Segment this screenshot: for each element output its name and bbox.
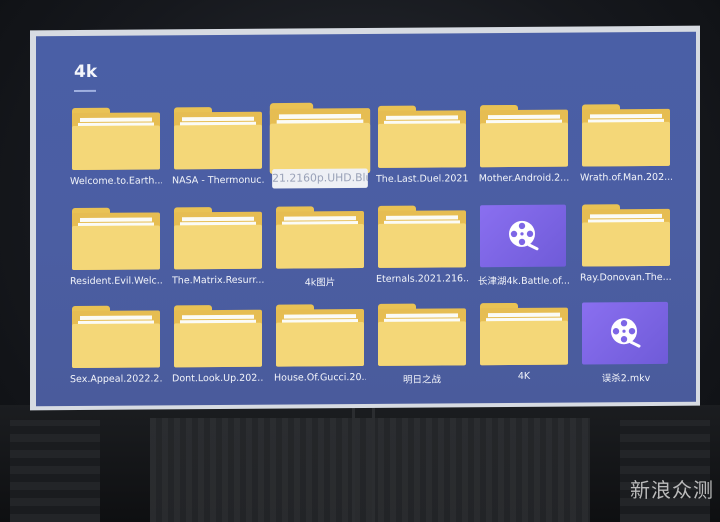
file-name-label: 明日之战 — [402, 374, 441, 386]
file-name-label: Dont.Look.Up.202... — [172, 372, 264, 385]
folder-icon — [480, 302, 568, 366]
folder-icon — [72, 305, 160, 369]
file-name-label: Mother.Android.2... — [478, 172, 570, 185]
folder-icon — [174, 207, 262, 270]
folder-icon — [480, 104, 568, 168]
film-reel-icon — [582, 301, 668, 365]
folder-tile[interactable]: Resident.Evil.Welc... — [70, 205, 162, 298]
tripod-leg — [352, 400, 355, 522]
video-file-tile[interactable]: 误杀2.mkv — [580, 300, 672, 393]
folder-tile[interactable]: 21.2160p.UHD.BluR — [268, 100, 373, 206]
file-name-label: House.Of.Gucci.20... — [274, 372, 366, 384]
folder-icon — [276, 206, 364, 269]
title-underline — [74, 89, 96, 93]
folder-icon — [378, 105, 466, 168]
chair-right — [620, 420, 710, 522]
folder-tile[interactable]: Ray.Donovan.The.... — [580, 202, 672, 295]
folder-tile[interactable]: The.Last.Duel.2021... — [376, 103, 468, 196]
tripod-leg — [372, 400, 375, 522]
file-name-label: 4K — [517, 370, 531, 382]
file-name-label: The.Matrix.Resurr... — [172, 274, 264, 287]
file-name-label: The.Last.Duel.2021... — [376, 173, 468, 185]
folder-tile[interactable]: Dont.Look.Up.202... — [172, 303, 264, 396]
folder-tile[interactable]: Mother.Android.2... — [478, 103, 570, 196]
file-name-label: Ray.Donovan.The.... — [580, 271, 672, 284]
folder-tile[interactable]: Eternals.2021.216... — [376, 203, 468, 296]
folder-icon — [582, 104, 670, 167]
folder-tile[interactable]: The.Matrix.Resurr... — [172, 205, 264, 298]
file-name-label: Sex.Appeal.2022.2... — [70, 373, 162, 386]
file-name-label: Welcome.to.Earth.... — [70, 175, 162, 188]
projected-file-browser: 4k Welcome.to.Earth.... NASA - Thermonuc.… — [36, 31, 696, 407]
folder-icon — [72, 207, 160, 271]
folder-tile[interactable]: NASA - Thermonuc... — [172, 105, 264, 198]
folder-icon — [378, 303, 466, 366]
folder-tile[interactable]: Sex.Appeal.2022.2... — [70, 303, 162, 396]
folder-tile[interactable]: 4K — [478, 301, 570, 394]
folder-icon — [269, 102, 371, 174]
folder-tile[interactable]: 明日之战 — [376, 301, 468, 394]
file-name-label: Eternals.2021.216... — [376, 273, 468, 285]
page-title: 4k — [74, 61, 98, 83]
file-name-label: 4k图片 — [304, 277, 336, 289]
file-name-label: 误杀2.mkv — [601, 373, 651, 385]
folder-tile[interactable]: House.Of.Gucci.20... — [274, 302, 366, 395]
file-name-label: Resident.Evil.Welc... — [70, 275, 162, 288]
file-name-label: 长津湖4k.Battle.of.... — [478, 275, 570, 288]
folder-icon — [378, 205, 466, 268]
file-name-label: Wrath.of.Man.202... — [580, 171, 672, 184]
folder-tile[interactable]: 4k图片 — [274, 204, 366, 297]
folder-icon — [174, 107, 262, 170]
folder-icon — [276, 304, 364, 367]
folder-tile[interactable]: Welcome.to.Earth.... — [70, 105, 162, 198]
tablecloth — [150, 418, 590, 522]
folder-tile[interactable]: Wrath.of.Man.202... — [580, 102, 672, 195]
folder-icon — [72, 107, 160, 171]
chair-left — [10, 420, 100, 522]
watermark: 新浪众测 — [630, 478, 714, 502]
file-grid: Welcome.to.Earth.... NASA - Thermonuc... 2… — [70, 100, 672, 396]
video-file-tile[interactable]: 长津湖4k.Battle.of.... — [478, 203, 570, 296]
file-name-label: NASA - Thermonuc... — [172, 174, 264, 187]
film-reel-icon — [480, 204, 566, 268]
folder-icon — [174, 305, 262, 368]
file-name-label: 21.2160p.UHD.BluR — [272, 168, 368, 189]
folder-icon — [582, 204, 670, 267]
